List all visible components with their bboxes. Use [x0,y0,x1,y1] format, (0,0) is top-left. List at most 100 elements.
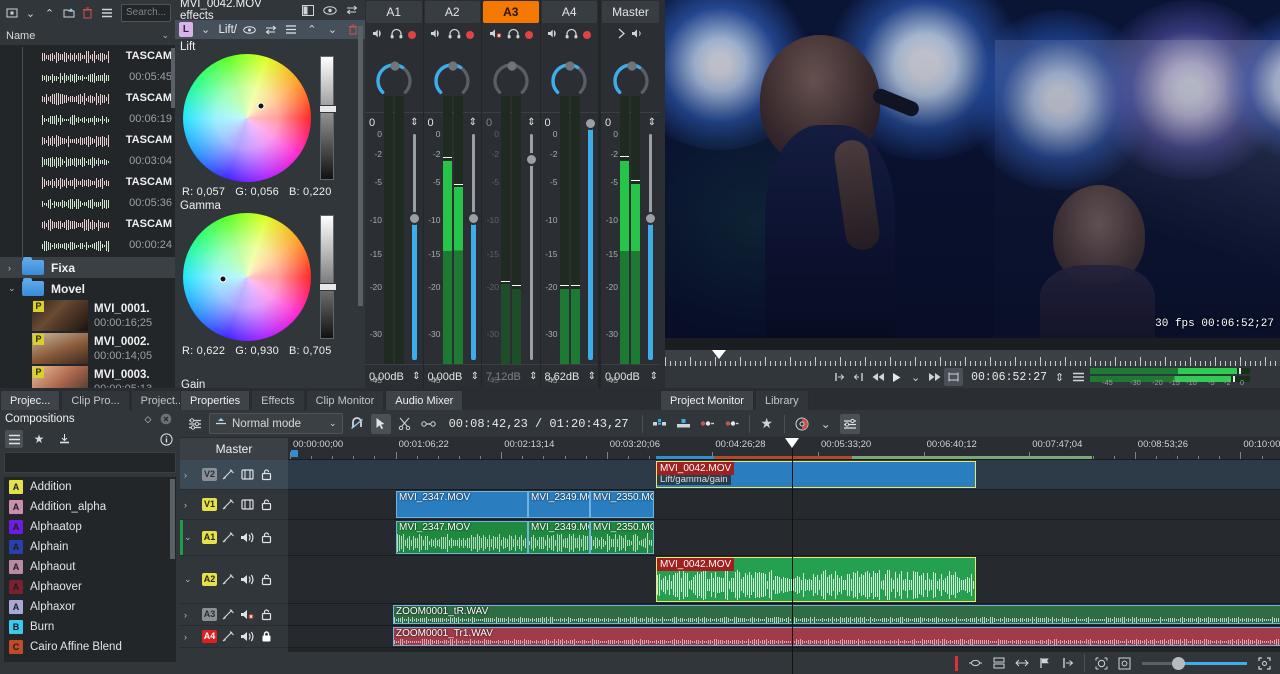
pan-value[interactable]: 0 [428,117,434,129]
composition-item[interactable]: AAlphaxor [4,597,176,617]
chevron-right-icon[interactable]: › [184,610,198,620]
menu-icon[interactable] [99,5,114,22]
close-icon[interactable] [157,410,175,428]
bin-clip-row[interactable]: PMVI_0001.00:00:16;25 [0,299,175,332]
record-icon[interactable] [525,31,533,39]
timeline-tracks-area[interactable]: 00:00:00;0000:01:06;2200:02:13;1400:03:2… [288,438,1280,674]
chevron-down-icon[interactable]: ⌄ [329,418,337,429]
timeline-settings-icon[interactable] [185,414,205,434]
timeline-clip[interactable]: MVI_2347.MOV [396,491,528,518]
chevron-down-icon[interactable]: ⌄ [8,283,22,294]
bin-audio-row[interactable]: TASCAM [0,173,175,194]
track-effects-icon[interactable] [221,608,236,621]
insert-icon[interactable] [1058,655,1077,672]
mixer-track-tab-a3[interactable]: A3 [483,1,539,23]
right-dock-tabbar[interactable]: Project MonitorLibrary [660,388,1280,410]
spinner-icon[interactable]: ⇕ [469,117,477,128]
tab-clip-monitor[interactable]: Clip Monitor [306,390,385,410]
favorite-icon[interactable]: ★ [30,430,48,448]
snap-icon[interactable] [989,655,1008,672]
record-icon[interactable] [408,31,416,39]
fader-grip[interactable] [584,117,597,130]
headphone-icon[interactable] [507,28,520,42]
set-out-icon[interactable] [849,368,868,386]
pan-knob[interactable] [424,46,482,112]
track-effects-icon[interactable] [221,468,236,481]
spinner-icon[interactable]: ⇕ [1050,368,1069,386]
wheel-gamma[interactable] [183,213,311,341]
track-hide-icon[interactable] [240,468,255,481]
fader-grip[interactable] [408,212,421,225]
timeline-position-timecode[interactable]: 00:08:42,23 / 01:20:43,27 [449,417,629,431]
menu-icon[interactable] [283,21,299,38]
record-icon[interactable] [583,31,591,39]
composition-item[interactable]: AAlphain [4,537,176,557]
fader-grip[interactable] [525,153,538,166]
menu-icon[interactable] [1069,368,1088,386]
bin-audio-row[interactable]: TASCAM [0,215,175,236]
spinner-icon[interactable]: ⇕ [650,371,658,382]
composition-item[interactable]: AAddition_alpha [4,497,176,517]
timeline-clip[interactable]: ZOOM0001_Tr1.WAV [393,627,1280,646]
bin-audio-row[interactable]: TASCAM [0,47,175,68]
chevron-down-icon[interactable]: ⌄ [198,21,214,38]
headphone-icon[interactable] [565,28,578,42]
compare-icon[interactable] [299,2,316,19]
track-effects-icon[interactable] [221,630,236,643]
chevron-down-icon[interactable]: ⌄ [161,30,169,41]
mixer-track-tab-a4[interactable]: A4 [542,1,598,23]
zone-icon[interactable] [944,368,963,386]
speaker-icon[interactable] [631,28,644,42]
track-number-badge[interactable]: V1 [202,498,217,511]
bin-column-header[interactable]: Name ⌄ [0,26,175,46]
add-clip-icon[interactable] [4,5,19,22]
left-dock-tabbar[interactable]: Projec...Clip Pro...Project... [0,388,180,410]
effect-stack-scrollbar[interactable] [358,26,363,306]
track-header-a1[interactable]: ⌄A1 [180,520,288,556]
composition-item[interactable]: BBurn [4,617,176,637]
tab-properties[interactable]: Properties [180,390,250,410]
pan-knob[interactable] [541,46,599,112]
compositions-list[interactable]: AAdditionAAddition_alphaAAlphaatopAAlpha… [4,477,176,662]
eye-icon[interactable] [321,2,338,19]
volume-fader-a3[interactable] [524,132,539,364]
composition-item[interactable]: CCairo Affine Blend [4,637,176,657]
chevron-down-icon[interactable]: ⌄ [184,574,198,585]
timeline-track-a3[interactable]: ZOOM0001_tR.WAV [288,604,1280,626]
monitor-timecode[interactable]: 00:06:52:27 [971,371,1047,384]
volume-fader-master[interactable] [643,132,658,364]
timeline-clip[interactable]: MVI_2349.MOV [528,521,590,554]
pan-value[interactable]: 0 [545,117,551,129]
mixer-track-tab-a1[interactable]: A1 [366,1,422,23]
timeline-clip[interactable]: MVI_2350.MO [590,491,654,518]
bin-audio-row-duration[interactable]: 00:00:24 [0,236,175,257]
luma-slider-gamma[interactable] [320,215,334,339]
monitor-video-frame[interactable]: 30 fps 00:06:52;27 [665,0,1280,338]
fader-grip[interactable] [644,212,657,225]
download-icon[interactable] [55,430,73,448]
spinner-icon[interactable]: ⇕ [648,117,656,128]
edit-mode-combo[interactable]: Normal mode ⌄ [209,413,343,434]
timeline-ruler[interactable]: 00:00:00;0000:01:06;2200:02:13;1400:03:2… [288,438,1280,460]
track-number-badge[interactable]: V2 [202,468,217,481]
timeline-track-rows[interactable]: MVI_0042.MOVLift/gamma/gainMVI_2347.MOVM… [288,460,1280,648]
record-icon[interactable] [466,31,474,39]
wheel-lift[interactable] [183,54,311,182]
volume-fader-a4[interactable] [583,132,598,364]
tab-projec[interactable]: Projec... [0,390,60,410]
pan-value[interactable]: 0 [605,117,611,129]
tab-effects[interactable]: Effects [251,390,304,410]
timeline-clip[interactable]: MVI_0042.MOVLift/gamma/gain [656,461,976,488]
timeline-clip[interactable]: MVI_2350.MO [590,521,654,554]
timeline-track-v1[interactable]: MVI_2347.MOVMVI_2349.MOVMVI_2350.MO [288,490,1280,520]
track-number-badge[interactable]: A4 [202,630,217,643]
shuffle-icon[interactable] [343,2,360,19]
chevron-right-icon[interactable]: › [8,263,22,273]
edit-marker-icon[interactable] [966,655,985,672]
track-header-a3[interactable]: ›A3 [180,604,288,626]
insert-zone-icon[interactable] [650,414,670,434]
timeline-track-v2[interactable]: MVI_0042.MOVLift/gamma/gain [288,460,1280,490]
composition-item[interactable]: AAlphaatop [4,517,176,537]
effect-header-row[interactable]: L ⌄ Lift/ ⌃ ⌄ [175,20,365,39]
monitor-ruler[interactable] [665,350,1280,366]
